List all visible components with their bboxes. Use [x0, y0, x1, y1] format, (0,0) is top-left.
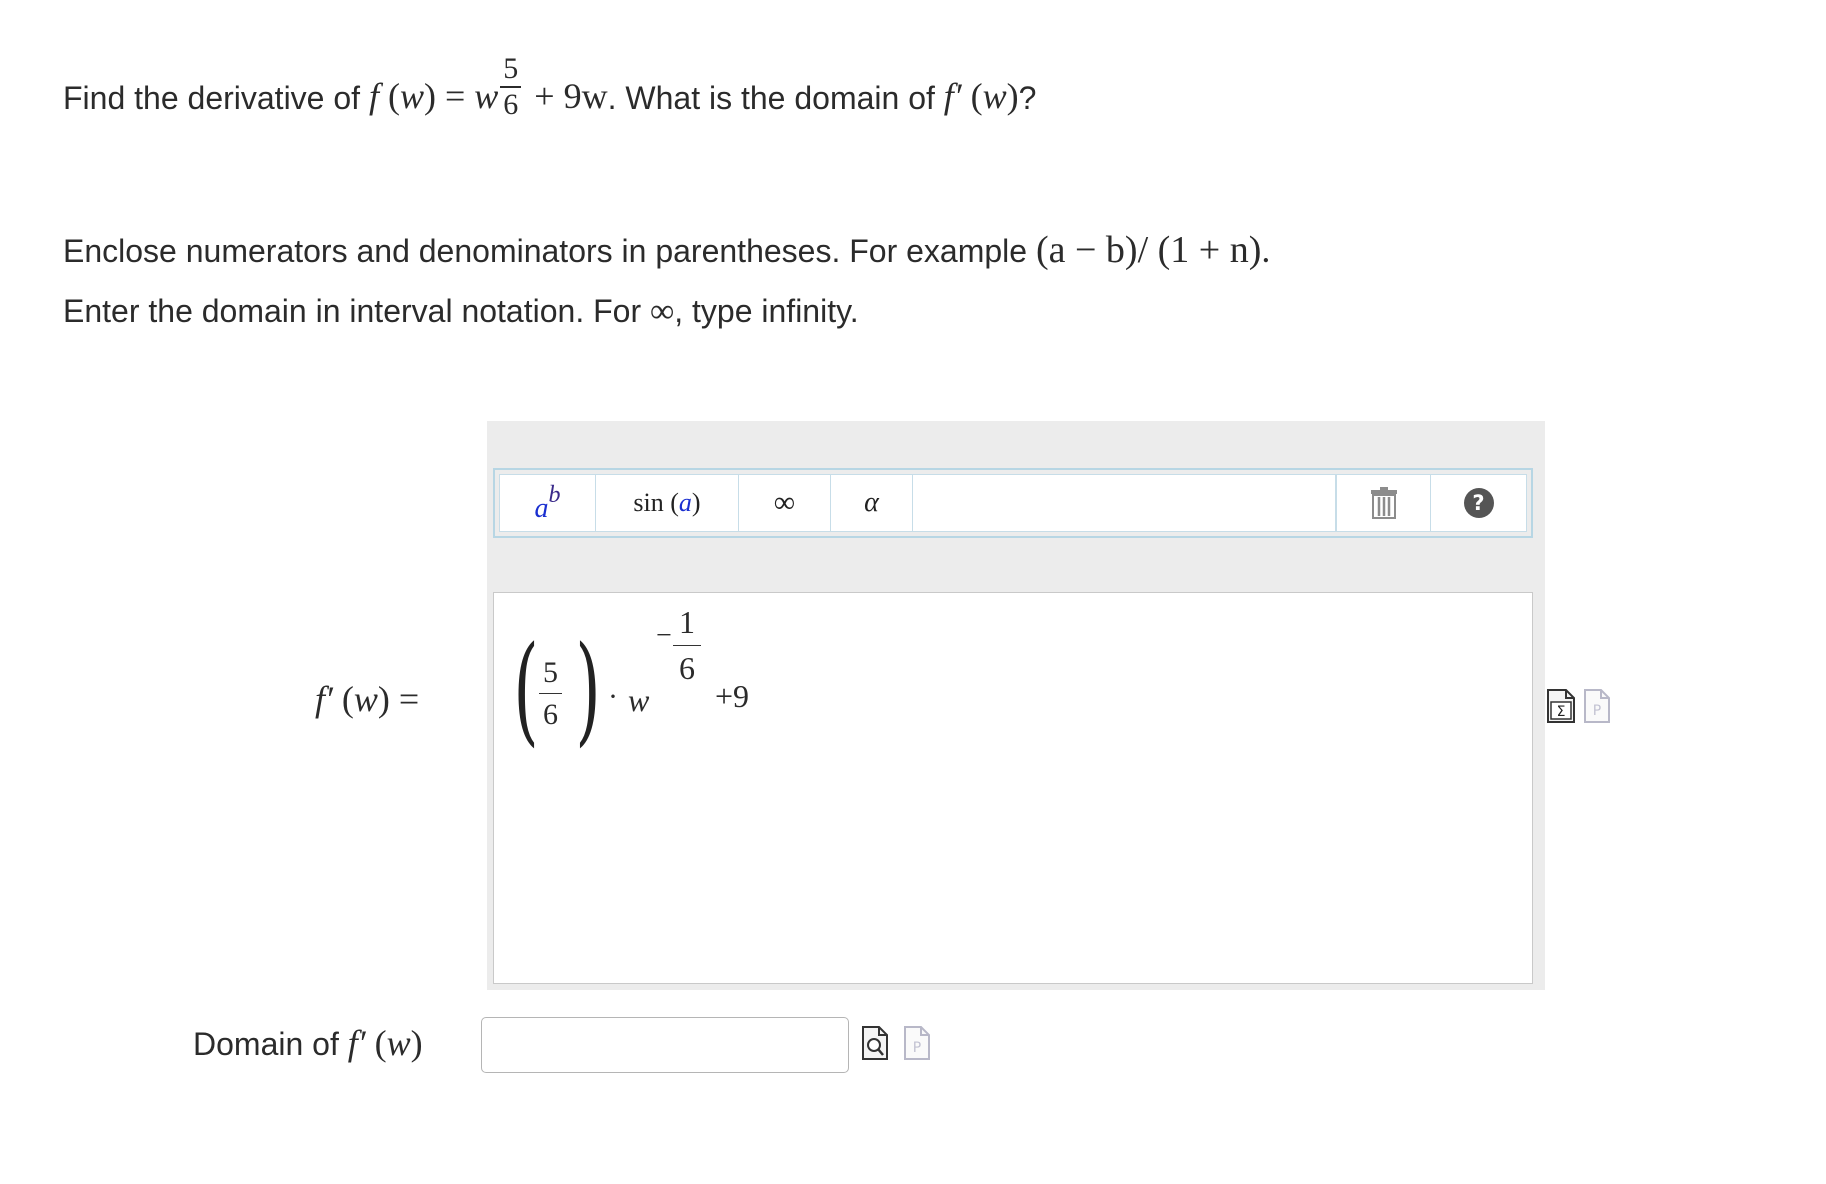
- instruction-2-prefix: Enter the domain in interval notation. F…: [63, 293, 642, 329]
- help-button[interactable]: ?: [1431, 475, 1526, 531]
- entered-expression: ( 5 6 ) · w − 1 6 +9: [505, 604, 805, 758]
- domain-label-name: f′: [347, 1023, 366, 1063]
- question-mid-text: . What is the domain of: [607, 80, 935, 116]
- power-button[interactable]: ab: [500, 475, 596, 531]
- infinity-symbol: ∞: [649, 293, 675, 330]
- instruction-1-example: (a − b)/ (1 + n): [1035, 229, 1262, 271]
- question-base: w: [474, 76, 499, 116]
- sin-button[interactable]: sin (a): [596, 475, 739, 531]
- domain-label-var: w: [386, 1023, 411, 1063]
- expr-plus-term: +9: [715, 678, 750, 714]
- expr-exp-num: 1: [673, 604, 701, 646]
- expr-exp-sign: −: [656, 620, 672, 651]
- question-deriv-var: w: [982, 76, 1007, 116]
- instruction-2-suffix: , type infinity.: [674, 293, 859, 329]
- question-exp-num: 5: [500, 54, 522, 88]
- sin-arg: a: [678, 488, 692, 517]
- domain-page-icon[interactable]: P: [903, 1025, 931, 1061]
- alpha-label: α: [864, 487, 879, 518]
- coef-num: 5: [539, 656, 562, 694]
- derivative-label-name: f′: [315, 679, 333, 719]
- coefficient-fraction: 5 6: [539, 656, 562, 732]
- derivative-label: f′ (w) =: [315, 679, 420, 719]
- instruction-1-text: Enclose numerators and denominators in p…: [63, 233, 1028, 269]
- coef-den: 6: [543, 698, 558, 731]
- domain-input[interactable]: [481, 1017, 849, 1073]
- multiply-dot: ·: [608, 680, 618, 713]
- domain-label: Domain of f′ (w): [193, 1023, 423, 1063]
- instruction-1-end: .: [1261, 230, 1271, 270]
- question-exp-den: 6: [503, 88, 519, 121]
- derivative-label-var: w: [353, 679, 378, 719]
- sin-fn: sin: [633, 488, 664, 517]
- svg-text:P: P: [1593, 703, 1601, 719]
- expr-base: w: [628, 682, 650, 718]
- power-base: a: [534, 493, 549, 524]
- question-deriv-name: f′: [943, 76, 962, 116]
- domain-preview-icon[interactable]: [861, 1025, 889, 1061]
- infinity-label: ∞: [773, 486, 796, 519]
- instruction-line-2: Enter the domain in interval notation. F…: [63, 293, 859, 331]
- expr-exponent-fraction: 1 6: [673, 604, 701, 687]
- left-paren: (: [513, 620, 539, 758]
- question-text: Find the derivative of f (w) = w 5 6 + 9…: [63, 52, 1037, 121]
- derivative-label-equals: =: [398, 679, 420, 719]
- question-exponent-fraction: 5 6: [500, 54, 522, 121]
- clear-button[interactable]: [1336, 475, 1431, 531]
- right-paren: ): [575, 620, 601, 758]
- sigma-preview-icon[interactable]: Σ: [1546, 688, 1576, 724]
- question-equals: =: [444, 76, 466, 116]
- question-func-name: f: [368, 76, 379, 116]
- infinity-button[interactable]: ∞: [739, 475, 831, 531]
- alpha-button[interactable]: α: [831, 475, 913, 531]
- power-exp: b: [548, 481, 561, 508]
- question-plus-term: + 9w: [534, 76, 608, 116]
- page-preview-icon[interactable]: P: [1583, 688, 1611, 724]
- help-icon: ?: [1463, 488, 1494, 518]
- question-var: w: [399, 76, 424, 116]
- domain-label-prefix: Domain of: [193, 1026, 339, 1062]
- trash-icon: [1370, 487, 1397, 519]
- toolbar-spacer: [913, 475, 1336, 531]
- question-suffix: ?: [1018, 80, 1037, 116]
- question-prefix: Find the derivative of: [63, 80, 361, 116]
- instruction-line-1: Enclose numerators and denominators in p…: [63, 228, 1270, 272]
- editor-toolbar: ab sin (a) ∞ α ?: [493, 468, 1533, 538]
- page: Find the derivative of f ( w) = w 5 6 + 9…: [0, 0, 1826, 1184]
- svg-text:Σ: Σ: [1557, 704, 1566, 720]
- svg-text:P: P: [913, 1040, 921, 1056]
- expr-exp-den: 6: [679, 650, 695, 686]
